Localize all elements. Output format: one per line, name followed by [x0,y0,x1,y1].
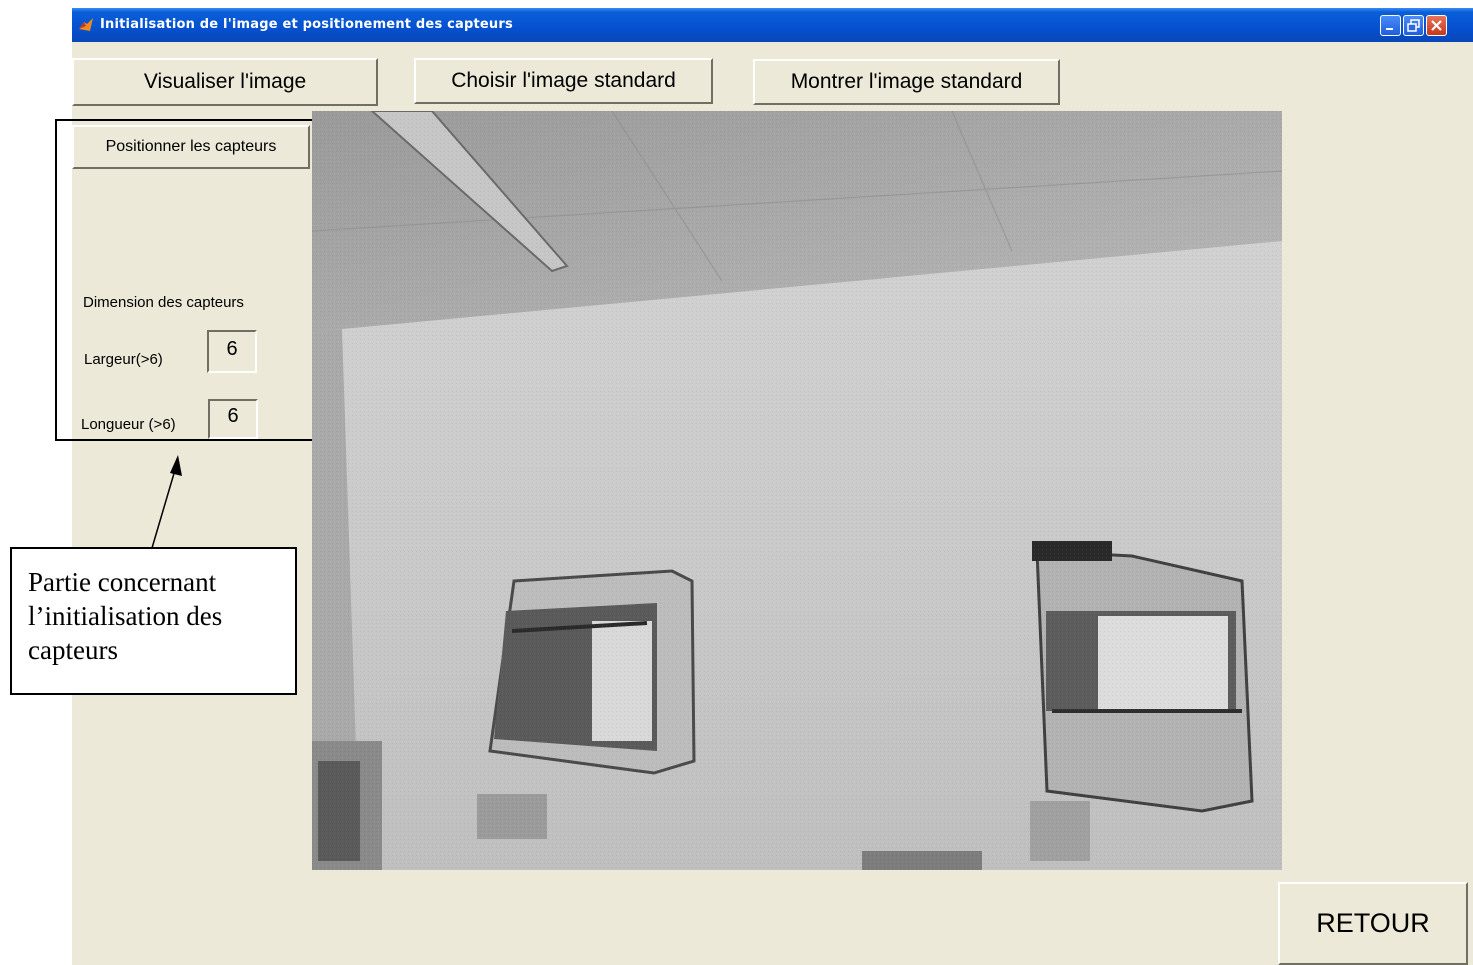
choisir-image-standard-button[interactable]: Choisir l'image standard [414,58,713,104]
longueur-field[interactable]: 6 [208,399,258,439]
longueur-label: Longueur (>6) [81,416,176,433]
positionner-capteurs-button[interactable]: Positionner les capteurs [72,125,310,169]
camera-image [312,111,1282,870]
largeur-field[interactable]: 6 [207,330,257,373]
dimension-heading: Dimension des capteurs [83,294,244,311]
retour-button[interactable]: RETOUR [1278,882,1468,965]
restore-icon[interactable] [1403,15,1424,36]
visualiser-image-button[interactable]: Visualiser l'image [72,58,378,106]
largeur-label: Largeur(>6) [84,351,163,368]
annotation-callout: Partie concernant l’initialisation des c… [10,547,297,695]
window-title: Initialisation de l'image et positioneme… [100,17,513,32]
close-icon[interactable] [1426,15,1447,36]
minimize-icon[interactable] [1380,15,1401,36]
image-display [312,111,1282,870]
title-bar[interactable]: Initialisation de l'image et positioneme… [72,8,1473,42]
matlab-icon [79,18,93,31]
montrer-image-standard-button[interactable]: Montrer l'image standard [753,59,1060,105]
